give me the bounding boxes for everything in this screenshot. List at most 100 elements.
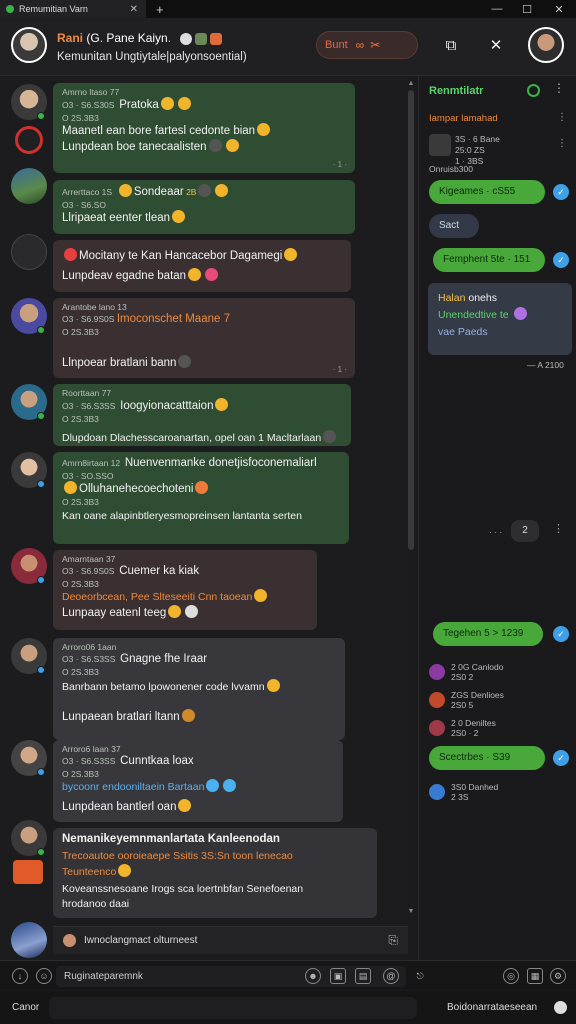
gif-icon[interactable]: ◎ [503,968,519,984]
tools-icon[interactable]: ✕ [486,35,506,55]
voice-icon[interactable]: ↓ [12,968,28,984]
panel-pill[interactable]: Scectrbes · S39 [429,746,545,770]
user-avatar[interactable] [528,27,564,63]
scroll-thumb[interactable] [408,90,414,550]
message-text: Lunpdean bantlerl oan [62,801,177,813]
status-bar: Canor Boidonarrataeseean [0,991,576,1024]
panel-more-icon[interactable]: ⋮ [557,138,567,149]
close-window-button[interactable]: ✕ [544,0,574,18]
panel-row[interactable]: ZGS Denlioes 2S0 5 [429,690,504,710]
browser-tab[interactable]: Remumitian Varn ✕ [0,0,146,18]
message-text: Trecoautoe ooroieaepe Ssitis 3S:Sn toon … [62,850,293,862]
status-field[interactable] [49,997,417,1019]
settings-icon[interactable]: ⚙ [550,968,566,984]
tab-close-icon[interactable]: ✕ [130,4,138,15]
panel-more-icon[interactable]: ⋮ [557,112,567,123]
panel-chip[interactable]: Sact [429,214,479,238]
message-bubble[interactable]: Amrn8irtaan 12 Nuenvenmanke donetjisfoco… [53,452,349,544]
scroll-up-icon[interactable]: ▲ [407,80,415,87]
refresh-icon[interactable] [11,234,47,270]
online-indicator [37,412,45,420]
typing-preview-bar[interactable]: Iwnoclangmact olturneest ⎘ [53,926,408,954]
panel-more-icon[interactable]: ⋮ [553,522,564,535]
message-bubble[interactable]: Amrno ltaso 77 O3 · S6.S30S Pratoka O 2S… [53,83,355,173]
typing-preview-text: Iwnoclangmact olturneest [84,935,198,946]
emoji-icon [118,864,132,877]
panel-info-card[interactable]: Halan onehs Unendedtive te vae Paeds [428,283,572,355]
panel-meta-line: 25:0 ZS [455,145,485,155]
copy-icon[interactable]: ⧉ [441,35,461,55]
sticker-icon[interactable]: ☻ [305,968,321,984]
checkmark-icon: ✓ [553,750,569,766]
panel-pill[interactable]: Tegehen 5 > 1239 [433,622,543,646]
message-bubble[interactable]: Arantobe lano 13 O3 · S6.9S0S Imoconsche… [53,298,355,378]
pagination-count[interactable]: 2 [511,520,539,542]
image-icon[interactable]: ▣ [330,968,346,984]
sender-avatar[interactable] [11,922,47,958]
row-text: 2 0 Deniltes [451,718,496,728]
emoji-icon [257,123,271,136]
message-text: Kan oane alapinbtleryesmopreinsen lantan… [62,510,302,522]
message-text: Lunpaay eatenl teeg [62,607,167,619]
panel-row[interactable]: 2 0G Canlodo 2S0 2 [429,662,503,682]
message-author: Arroro6 laan 37 [62,744,121,754]
panel-row[interactable]: 2 0 Deniltes 2S0 · 2 [429,718,496,738]
conversation-avatar[interactable] [11,27,47,63]
file-icon[interactable]: ▤ [355,968,371,984]
new-tab-button[interactable]: + [156,2,164,17]
message-bubble[interactable]: Nemanikeyemnmanlartata Kanleenodan Treco… [53,828,377,918]
message-inline-title: Sondeaar [133,186,184,198]
maximize-button[interactable]: ☐ [512,0,542,18]
message-bubble[interactable]: Roorttaan 77 O3 · S6.S3SS Ioogyionacattt… [53,384,351,446]
message-text: Teunteenco [62,866,117,878]
message-bubble[interactable]: Arroro6 laan 37 O3 · S6.S3SS Cunntkaa lo… [53,740,343,822]
message-text: Mocitany te Kan Hancacebor Dagamegi [79,250,283,262]
message-bubble[interactable]: Arroro06 1aan O3 · S6.S3SS Gnagne fhe Ir… [53,638,345,740]
message-bubble[interactable]: Amarntaan 37 O3 · S6.9S0S Cuemer ka kiak… [53,550,317,630]
tab-title: Remumitian Varn [19,4,88,14]
message-text: bycoonr endooniltaein Bartaan [62,781,205,793]
row-text: 2 0G Canlodo [451,662,504,672]
message-bubble[interactable]: Mocitany te Kan Hancacebor Dagamegi Lunp… [53,240,351,292]
scroll-down-icon[interactable]: ▼ [407,908,415,915]
message-scrollbar[interactable]: ▲ ▼ [407,80,415,920]
attach-icon[interactable]: ⎋ [412,968,428,984]
message-author: Amrn8irtaan 12 [62,458,121,468]
sender-avatar[interactable] [11,168,47,204]
panel-title: Renmtilatr [429,85,484,97]
panel-meta-line: 3S · 6 Bane [455,134,500,144]
message-text: Llripaeat eenter tlean [62,212,171,224]
mini-avatar [63,934,76,947]
message-inline-title: Cuemer ka kiak [119,565,200,577]
app-badge-icon [13,860,43,884]
emoji-icon [177,97,191,110]
online-indicator [37,576,45,584]
minimize-button[interactable]: — [482,0,512,18]
emoji-picker-icon[interactable]: ☺ [36,968,52,984]
status-right-label: Boidonarrataeseean [447,1002,538,1013]
expand-icon[interactable]: ⎘ [388,933,398,948]
mention-icon[interactable]: @ [383,968,399,984]
panel-row[interactable]: 3S0 Danhed 2 3S [429,782,498,802]
panel-pill[interactable]: Kigeames · cS55 [429,180,545,204]
status-emoji-icon[interactable] [554,1001,567,1014]
header-action-pill[interactable]: Bunt ∞ ✂ [316,31,418,59]
panel-pill[interactable]: Femphent 5te · 151 [433,248,545,272]
emoji-icon [168,605,182,618]
chat-header: Rani (G. Pane Kaiyn. Kemunitan Ungtiytal… [0,18,576,76]
side-panel: Renmtilatr ⋮ Iampar lamahad ⋮ 3S · 6 Ban… [418,76,576,960]
message-input[interactable]: Ruginateparemnk [56,966,406,987]
panel-status-icon[interactable] [527,84,540,97]
row-text: 2S0 2 [451,672,474,682]
message-list: Amrno ltaso 77 O3 · S6.S30S Pratoka O 2S… [0,76,408,960]
composer-bar: ↓ ☺ Ruginateparemnk ☻ ▣ ▤ @ ⎋ ◎ ▦ ⚙ [0,960,576,990]
crossed-tools-icon[interactable]: ✂ [370,38,380,52]
message-bubble[interactable]: Arrerttaco 1S Sondeaar 2B O3 · S6.SO Llr… [53,180,355,234]
emoji-icon [64,481,77,494]
card-text: Unendedtive te [438,309,509,321]
link-icon[interactable]: ∞ [356,38,365,52]
title-highlight: Rani [57,31,84,45]
panel-menu-icon[interactable]: ⋮ [553,81,565,95]
calendar-icon[interactable]: ▦ [527,968,543,984]
online-indicator [37,768,45,776]
